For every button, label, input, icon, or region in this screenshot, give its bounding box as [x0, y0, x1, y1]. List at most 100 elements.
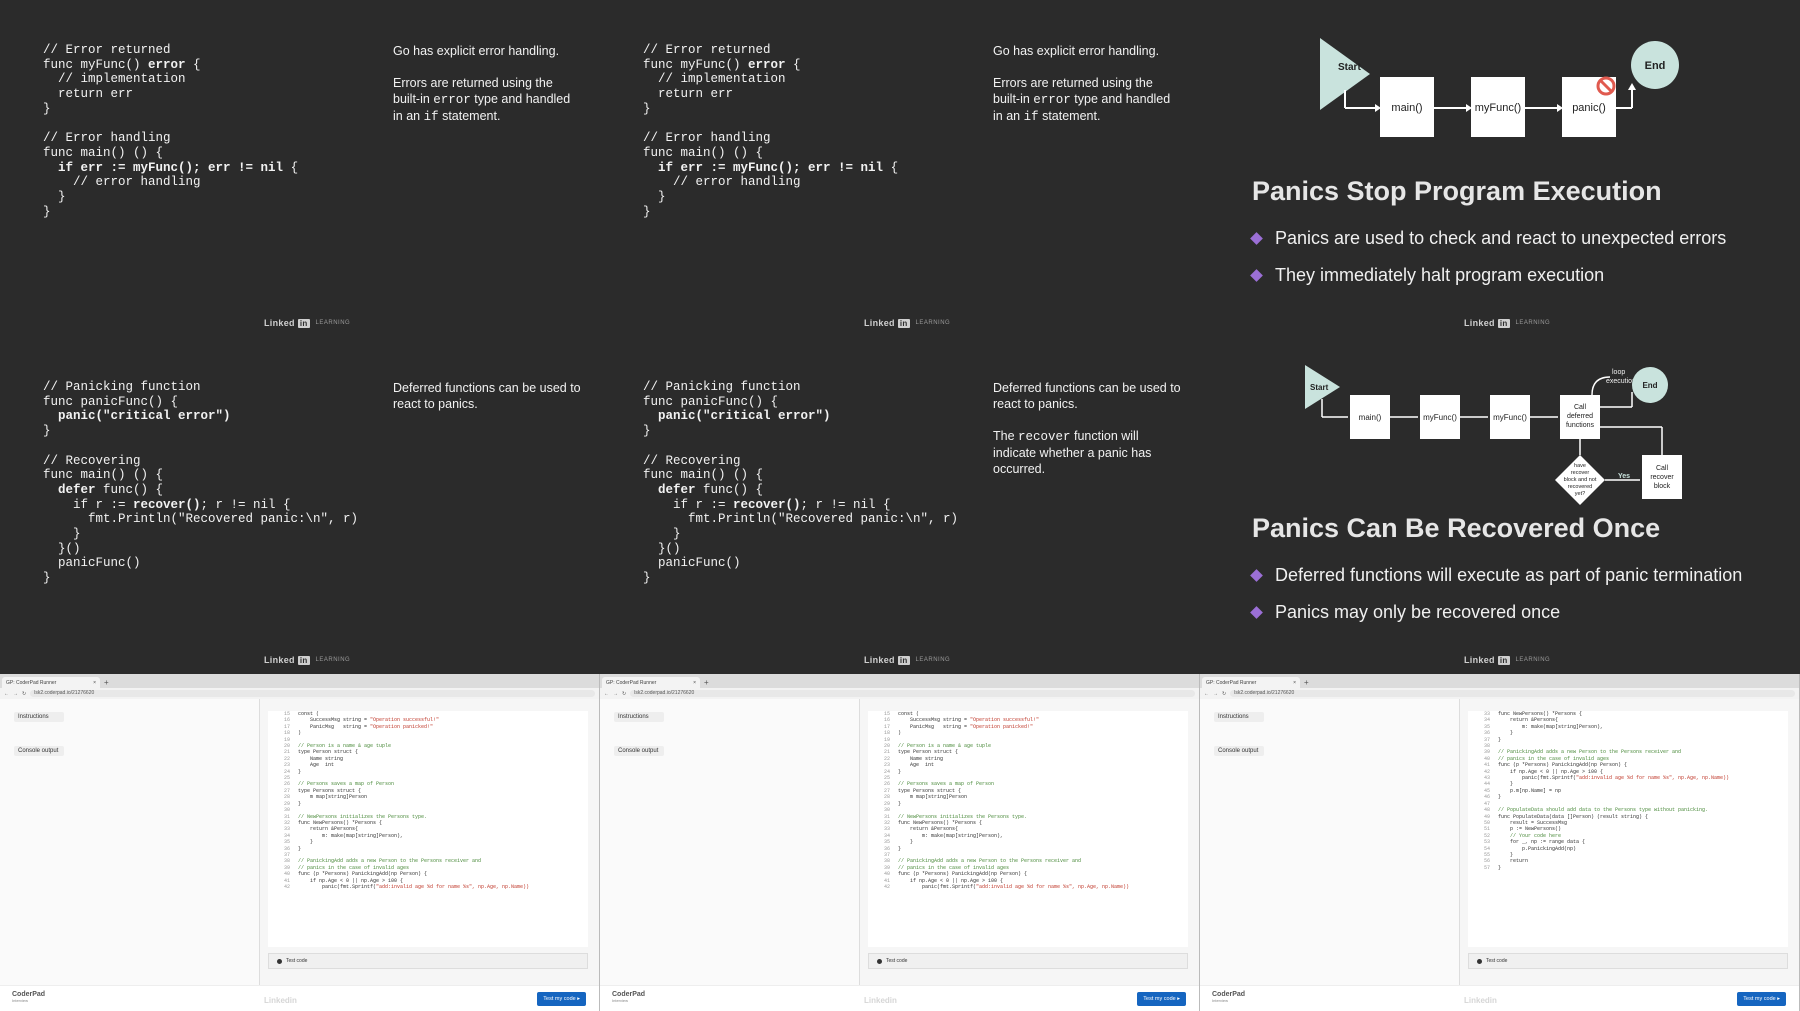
- start-label: Start: [1310, 383, 1329, 392]
- code-editor[interactable]: 15 const (16 SuccessMsg string = "Operati…: [268, 711, 588, 947]
- code-line: func myFunc() error {: [643, 57, 801, 72]
- code-line: fmt.Println("Recovered panic:\n", r): [643, 512, 959, 527]
- code-line: panic("critical error"): [658, 409, 831, 424]
- svg-text:Call: Call: [1656, 465, 1669, 472]
- forward-icon[interactable]: →: [613, 691, 618, 697]
- end-label: End: [1642, 381, 1657, 390]
- start-label: Start: [1338, 62, 1361, 73]
- code-line: // Error returned: [643, 43, 771, 57]
- slide-notes: Deferred functions can be used to react …: [993, 380, 1183, 493]
- code-editor[interactable]: 33 func NewPersons() *Persons {34 return …: [1468, 711, 1788, 947]
- browser-tab[interactable]: GP: CoderPad Runner ×: [2, 677, 100, 688]
- reload-icon[interactable]: ↻: [622, 691, 626, 697]
- instructions-tab[interactable]: Instructions: [614, 711, 845, 723]
- bullet-item: They immediately halt program execution: [1250, 265, 1726, 286]
- tab-bar: GP: CoderPad Runner × +: [600, 674, 1199, 688]
- address-bar: ← → ↻ lsk2.coderpad.io/21276620: [0, 688, 599, 699]
- linkedin-learning-logo: Linked in LEARNING: [1464, 655, 1551, 665]
- box-myfunc-2-label: myFunc(): [1493, 413, 1527, 422]
- code-line: panicFunc(): [643, 556, 741, 571]
- svg-text:recovered: recovered: [1568, 484, 1592, 490]
- svg-text:block: block: [1654, 483, 1671, 490]
- box-main-label: main(): [1359, 413, 1382, 422]
- new-tab-icon[interactable]: +: [704, 677, 709, 688]
- url-field[interactable]: lsk2.coderpad.io/21276620: [630, 690, 1195, 697]
- note-line-1: Go has explicit error handling.: [993, 44, 1160, 58]
- code-line: func panicFunc() {: [43, 394, 179, 409]
- code-line: // Panicking function: [43, 380, 201, 394]
- code-line: }: [43, 527, 81, 542]
- url-field[interactable]: lsk2.coderpad.io/21276620: [1230, 690, 1795, 697]
- slide-notes: Deferred functions can be used to react …: [393, 380, 583, 428]
- bullet-item: Deferred functions will execute as part …: [1250, 565, 1742, 586]
- note-line-2: Errors are returned using the built-in e…: [393, 76, 571, 124]
- slide-error-handling-2: // Error returned func myFunc() error { /…: [600, 0, 1200, 337]
- svg-text:yet?: yet?: [1575, 491, 1585, 497]
- svg-text:recover: recover: [1571, 470, 1590, 476]
- forward-icon[interactable]: →: [1213, 691, 1218, 697]
- code-line: // implementation: [643, 72, 786, 87]
- console-tab[interactable]: Console output: [614, 745, 845, 757]
- test-code-panel[interactable]: Test code: [268, 953, 588, 969]
- code-line: func main() () {: [43, 468, 164, 483]
- code-line: func myFunc() error {: [43, 57, 201, 72]
- test-my-code-button[interactable]: Test my code ▸: [1737, 992, 1786, 1006]
- code-line: }: [643, 424, 651, 439]
- new-tab-icon[interactable]: +: [104, 677, 109, 688]
- code-line: }: [43, 190, 66, 205]
- test-my-code-button[interactable]: Test my code ▸: [1137, 992, 1186, 1006]
- new-tab-icon[interactable]: +: [1304, 677, 1309, 688]
- code-editor[interactable]: 15 const (16 SuccessMsg string = "Operati…: [868, 711, 1188, 947]
- note-line-2: The recover function will indicate wheth…: [993, 429, 1152, 476]
- back-icon[interactable]: ←: [4, 691, 9, 697]
- recover-flow-diagram: Start main() myFunc() myFunc() Call defe…: [1305, 365, 1682, 505]
- box-main-label: main(): [1391, 102, 1422, 114]
- browser-tab[interactable]: GP: CoderPad Runner ×: [602, 677, 700, 688]
- left-panel: Instructions Console output: [0, 699, 260, 985]
- coderpad-window-3: GP: CoderPad Runner × + ← → ↻ lsk2.coderpad…: [1200, 674, 1800, 1011]
- code-line: }: [643, 190, 666, 205]
- tab-bar: GP: CoderPad Runner × +: [1200, 674, 1799, 688]
- linkedin-learning-logo: Linked in LEARNING: [264, 318, 351, 328]
- code-line: func main() () {: [43, 145, 164, 160]
- test-my-code-button[interactable]: Test my code ▸: [537, 992, 586, 1006]
- svg-text:recover: recover: [1650, 474, 1674, 481]
- test-code-panel[interactable]: Test code: [868, 953, 1188, 969]
- code-line: func main() () {: [643, 145, 764, 160]
- code-line: }: [43, 571, 51, 586]
- footer: CoderPad Interview Linkedin Test my code …: [1200, 985, 1799, 1011]
- note-line-1: Deferred functions can be used to react …: [993, 381, 1181, 411]
- back-icon[interactable]: ←: [604, 691, 609, 697]
- reload-icon[interactable]: ↻: [1222, 691, 1226, 697]
- linkedin-learning-logo: Linked in LEARNING: [264, 655, 351, 665]
- code-line: // Error handling: [643, 131, 771, 146]
- browser-tab[interactable]: GP: CoderPad Runner ×: [1202, 677, 1300, 688]
- note-line-1: Deferred functions can be used to react …: [393, 381, 581, 411]
- instructions-tab[interactable]: Instructions: [14, 711, 245, 723]
- console-tab[interactable]: Console output: [1214, 745, 1445, 757]
- tab-bar: GP: CoderPad Runner × +: [0, 674, 599, 688]
- note-line-2: Errors are returned using the built-in e…: [993, 76, 1171, 124]
- test-code-panel[interactable]: Test code: [1468, 953, 1788, 969]
- instructions-tab[interactable]: Instructions: [1214, 711, 1445, 723]
- slide-error-handling: // Error returned func myFunc() error { /…: [0, 0, 600, 337]
- code-line: }: [643, 527, 681, 542]
- code-line: return err: [643, 87, 734, 102]
- svg-text:functions: functions: [1566, 422, 1595, 429]
- slide-notes: Go has explicit error handling. Errors a…: [993, 43, 1183, 141]
- code-line: }(): [43, 541, 81, 556]
- slide-recover: // Panicking function func panicFunc() { …: [0, 337, 600, 674]
- video-contact-sheet: // Error returned func myFunc() error { /…: [0, 0, 1800, 1011]
- code-line: if err := myFunc(); err != nil {: [658, 160, 899, 175]
- code-line: if err := myFunc(); err != nil {: [58, 160, 299, 175]
- forward-icon[interactable]: →: [13, 691, 18, 697]
- console-tab[interactable]: Console output: [14, 745, 245, 757]
- reload-icon[interactable]: ↻: [22, 691, 26, 697]
- back-icon[interactable]: ←: [1204, 691, 1209, 697]
- svg-text:loop: loop: [1612, 369, 1625, 376]
- url-field[interactable]: lsk2.coderpad.io/21276620: [30, 690, 595, 697]
- linkedin-learning-logo: Linked in LEARNING: [864, 655, 951, 665]
- linkedin-learning-logo: Linked in LEARNING: [1464, 318, 1551, 328]
- bullet-item: Panics may only be recovered once: [1250, 602, 1742, 623]
